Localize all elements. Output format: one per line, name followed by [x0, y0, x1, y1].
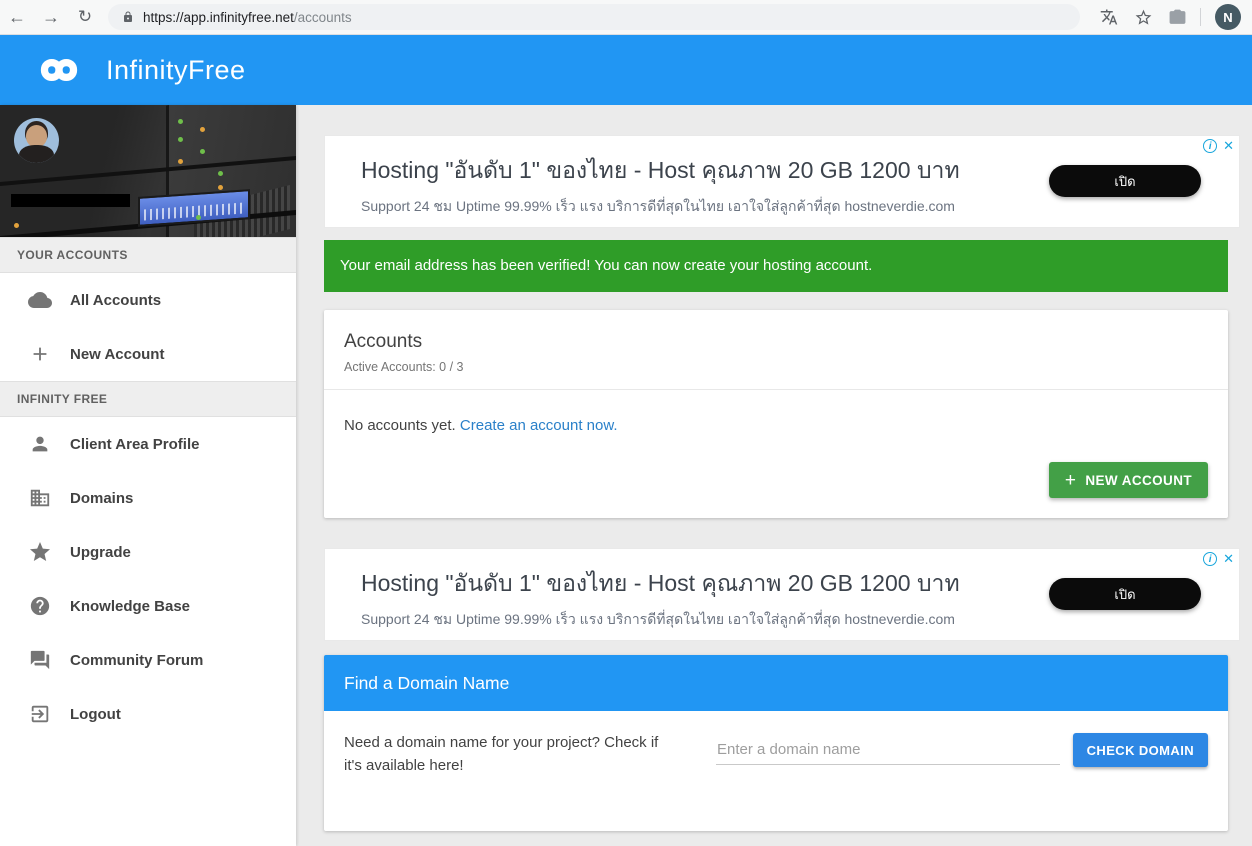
address-bar[interactable]: https://app.infinityfree.net/accounts — [108, 4, 1080, 30]
check-domain-button[interactable]: CHECK DOMAIN — [1073, 733, 1208, 767]
adchoices-controls: i ✕ — [1203, 139, 1234, 153]
plus-icon — [28, 342, 52, 366]
section-infinity-free: INFINITY FREE — [0, 381, 296, 417]
find-domain-title: Find a Domain Name — [324, 655, 1228, 711]
ad-banner-bottom[interactable]: Hosting "อันดับ 1" ของไทย - Host คุณภาพ … — [324, 548, 1240, 641]
accounts-card: Accounts Active Accounts: 0 / 3 No accou… — [324, 310, 1228, 518]
sidebar-item-all-accounts[interactable]: All Accounts — [0, 273, 296, 327]
forum-icon — [28, 648, 52, 672]
new-account-button-label: NEW ACCOUNT — [1085, 473, 1192, 488]
sidebar-item-knowledge-base[interactable]: Knowledge Base — [0, 579, 296, 633]
infinity-logo-icon — [26, 50, 92, 90]
create-account-link[interactable]: Create an account now. — [460, 417, 618, 434]
sidebar-item-label: Client Area Profile — [70, 436, 199, 453]
section-your-accounts: YOUR ACCOUNTS — [0, 237, 296, 273]
sidebar-item-upgrade[interactable]: Upgrade — [0, 525, 296, 579]
domain-name-input[interactable] — [716, 735, 1060, 765]
sidebar-item-community-forum[interactable]: Community Forum — [0, 633, 296, 687]
url-host: https://app.infinityfree.net — [143, 10, 294, 25]
ad-close-icon[interactable]: ✕ — [1223, 139, 1234, 153]
profile-panel — [0, 105, 296, 237]
sidebar-item-new-account[interactable]: New Account — [0, 327, 296, 381]
browser-reload-button[interactable]: ↻ — [68, 7, 102, 27]
email-verified-alert: Your email address has been verified! Yo… — [324, 240, 1228, 292]
lock-icon — [122, 10, 134, 24]
user-avatar[interactable] — [14, 118, 59, 163]
sidebar-item-label: Knowledge Base — [70, 598, 190, 615]
sidebar-item-label: All Accounts — [70, 292, 161, 309]
person-icon — [28, 432, 52, 456]
sidebar-item-client-area-profile[interactable]: Client Area Profile — [0, 417, 296, 471]
sidebar-item-label: New Account — [70, 346, 164, 363]
ad-subtitle: Support 24 ชม Uptime 99.99% เร็ว แรง บริ… — [361, 609, 1239, 631]
sidebar-item-label: Logout — [70, 706, 121, 723]
help-icon — [28, 594, 52, 618]
brand-title: InfinityFree — [106, 55, 246, 86]
ad-subtitle: Support 24 ชม Uptime 99.99% เร็ว แรง บริ… — [361, 196, 1239, 218]
find-domain-card: Find a Domain Name Need a domain name fo… — [324, 655, 1228, 831]
accounts-card-header: Accounts Active Accounts: 0 / 3 — [324, 310, 1228, 390]
browser-actions: N — [1092, 4, 1241, 30]
profile-name-redacted — [11, 194, 130, 207]
sidebar-item-logout[interactable]: Logout — [0, 687, 296, 741]
camera-icon[interactable] — [1160, 8, 1194, 27]
toolbar-divider — [1200, 8, 1201, 26]
sidebar-item-domains[interactable]: Domains — [0, 471, 296, 525]
browser-forward-button[interactable]: → — [34, 7, 68, 28]
sidebar: YOUR ACCOUNTS All Accounts New Account I… — [0, 105, 296, 846]
active-accounts-count: Active Accounts: 0 / 3 — [344, 360, 1208, 374]
browser-toolbar: ← → ↻ https://app.infinityfree.net/accou… — [0, 0, 1252, 35]
accounts-title: Accounts — [344, 331, 1208, 353]
ad-open-button[interactable]: เปิด — [1049, 165, 1201, 197]
find-domain-description: Need a domain name for your project? Che… — [344, 731, 674, 778]
main-content: Hosting "อันดับ 1" ของไทย - Host คุณภาพ … — [296, 105, 1252, 846]
adchoices-info-icon[interactable]: i — [1203, 139, 1217, 153]
ad-banner-top[interactable]: Hosting "อันดับ 1" ของไทย - Host คุณภาพ … — [324, 135, 1240, 228]
server-leds-decoration — [178, 119, 183, 124]
sidebar-item-label: Upgrade — [70, 544, 131, 561]
app-header: InfinityFree — [0, 35, 1252, 105]
cloud-icon — [28, 288, 52, 312]
ad-close-icon[interactable]: ✕ — [1223, 552, 1234, 566]
adchoices-controls: i ✕ — [1203, 552, 1234, 566]
adchoices-info-icon[interactable]: i — [1203, 552, 1217, 566]
url-text: https://app.infinityfree.net/accounts — [143, 10, 352, 25]
browser-profile-avatar[interactable]: N — [1215, 4, 1241, 30]
accounts-card-body: No accounts yet. Create an account now. — [324, 390, 1228, 461]
translate-icon[interactable] — [1092, 8, 1126, 26]
new-account-button[interactable]: + NEW ACCOUNT — [1049, 462, 1208, 498]
domain-building-icon — [28, 486, 52, 510]
url-path: /accounts — [294, 10, 352, 25]
plus-icon: + — [1065, 471, 1077, 490]
find-domain-body: Need a domain name for your project? Che… — [324, 711, 1228, 831]
sidebar-item-label: Domains — [70, 490, 133, 507]
browser-back-button[interactable]: ← — [0, 7, 34, 28]
logout-icon — [28, 702, 52, 726]
star-icon — [28, 540, 52, 564]
ad-open-button[interactable]: เปิด — [1049, 578, 1201, 610]
sidebar-item-label: Community Forum — [70, 652, 203, 669]
bookmark-star-icon[interactable] — [1126, 8, 1160, 27]
no-accounts-text: No accounts yet. — [344, 417, 456, 434]
